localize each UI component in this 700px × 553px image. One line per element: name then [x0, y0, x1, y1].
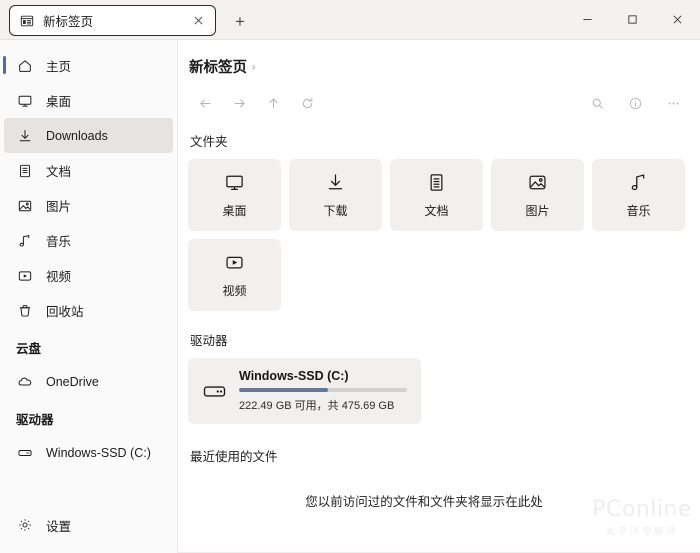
search-icon[interactable] — [580, 88, 614, 118]
back-button[interactable] — [188, 88, 222, 118]
sidebar-item-label: OneDrive — [46, 374, 99, 389]
sidebar-item-label: 视频 — [46, 270, 72, 284]
sidebar-item-label: 设置 — [46, 519, 72, 534]
sidebar-item-label: Windows-SSD (C:) — [46, 445, 151, 460]
sidebar-item-downloads[interactable]: Downloads — [4, 118, 173, 153]
drive-usage-text: 222.49 GB 可用，共 475.69 GB — [239, 400, 395, 412]
sidebar: 主页 桌面 Downloads 文档 图片 音乐 视频 回收站 云盘 OneDr… — [0, 40, 178, 553]
info-icon[interactable] — [618, 88, 652, 118]
close-window-button[interactable] — [655, 0, 700, 39]
folder-label: 下载 — [323, 204, 348, 218]
navigation-toolbar — [178, 83, 700, 123]
folder-label: 音乐 — [626, 204, 651, 218]
chevron-right-icon: › — [252, 62, 256, 73]
gear-icon — [16, 517, 33, 534]
folders-section-title: 文件夹 — [190, 135, 228, 149]
drive-name: Windows-SSD (C:) — [239, 369, 349, 383]
breadcrumb-item[interactable]: 新标签页 — [189, 56, 247, 77]
sidebar-item-home[interactable]: 主页 — [3, 48, 173, 83]
maximize-button[interactable] — [610, 0, 655, 39]
picture-icon — [527, 171, 549, 193]
video-icon — [224, 251, 246, 273]
close-icon[interactable] — [189, 12, 207, 30]
forward-button[interactable] — [222, 88, 256, 118]
drive-icon — [16, 444, 33, 461]
music-icon — [628, 171, 650, 193]
cloud-icon — [16, 373, 33, 390]
tab-title: 新标签页 — [43, 15, 94, 29]
sidebar-item-desktop[interactable]: 桌面 — [4, 83, 173, 118]
up-button[interactable] — [256, 88, 290, 118]
monitor-icon — [224, 171, 246, 193]
drive-usage-bar-fill — [239, 388, 329, 392]
sidebar-item-windows-ssd[interactable]: Windows-SSD (C:) — [4, 435, 173, 470]
drive-usage-bar — [239, 388, 407, 392]
sidebar-item-settings[interactable]: 设置 — [4, 507, 173, 543]
sidebar-item-onedrive[interactable]: OneDrive — [4, 364, 173, 399]
recent-files-section-title: 最近使用的文件 — [190, 450, 278, 464]
sidebar-item-label: 主页 — [46, 60, 72, 74]
sidebar-item-recycle-bin[interactable]: 回收站 — [4, 293, 173, 328]
content-scroll-area: 文件夹 桌面 下载 文档 图片 音乐 视频 驱动器 Windows-SSD (C… — [178, 123, 700, 553]
sidebar-item-music[interactable]: 音乐 — [4, 223, 173, 258]
window-controls — [565, 0, 700, 39]
folder-card-downloads[interactable]: 下载 — [289, 159, 382, 231]
more-options-button[interactable] — [656, 88, 690, 118]
content-pane: 新标签页 › 文件夹 桌面 下载 文档 图片 音乐 视频 驱动器 Windows… — [178, 40, 700, 553]
monitor-icon — [16, 92, 33, 109]
recent-files-empty-state: 您以前访问过的文件和文件夹将显示在此处 — [305, 495, 543, 509]
folder-card-music[interactable]: 音乐 — [592, 159, 685, 231]
sidebar-section-drives: 驱动器 — [16, 413, 54, 427]
window-body: 主页 桌面 Downloads 文档 图片 音乐 视频 回收站 云盘 OneDr… — [0, 40, 700, 553]
recycle-bin-icon — [16, 302, 33, 319]
toolbar-right-group — [580, 88, 690, 118]
selection-accent-bar — [3, 56, 6, 74]
folder-label: 图片 — [525, 204, 550, 218]
new-tab-button[interactable]: + — [228, 9, 252, 33]
sidebar-item-videos[interactable]: 视频 — [4, 258, 173, 293]
tab-page-icon — [20, 14, 34, 28]
minimize-button[interactable] — [565, 0, 610, 39]
music-icon — [16, 232, 33, 249]
download-icon — [16, 127, 33, 144]
folder-card-documents[interactable]: 文档 — [390, 159, 483, 231]
drive-info: Windows-SSD (C:) 222.49 GB 可用，共 475.69 G… — [239, 369, 407, 413]
sidebar-item-pictures[interactable]: 图片 — [4, 188, 173, 223]
drive-card-windows-ssd[interactable]: Windows-SSD (C:) 222.49 GB 可用，共 475.69 G… — [188, 358, 421, 424]
folders-grid: 桌面 下载 文档 图片 音乐 视频 — [188, 159, 690, 311]
sidebar-item-documents[interactable]: 文档 — [4, 153, 173, 188]
folder-label: 视频 — [222, 284, 247, 298]
home-icon — [16, 57, 33, 74]
title-bar: 新标签页 + — [0, 0, 700, 40]
drives-section-title: 驱动器 — [190, 334, 228, 348]
refresh-button[interactable] — [290, 88, 324, 118]
folder-card-desktop[interactable]: 桌面 — [188, 159, 281, 231]
folder-card-pictures[interactable]: 图片 — [491, 159, 584, 231]
folder-card-videos[interactable]: 视频 — [188, 239, 281, 311]
folder-label: 文档 — [424, 204, 449, 218]
breadcrumb: 新标签页 › — [178, 40, 700, 77]
sidebar-item-label: 音乐 — [46, 235, 72, 249]
folder-label: 桌面 — [222, 204, 247, 218]
picture-icon — [16, 197, 33, 214]
video-icon — [16, 267, 33, 284]
sidebar-item-label: 回收站 — [46, 305, 84, 319]
sidebar-item-label: 桌面 — [46, 95, 72, 109]
file-explorer-window: 新标签页 + 主页 桌面 Downloads 文档 图片 音乐 视频 回收站 云… — [0, 0, 700, 553]
drive-icon — [201, 378, 227, 404]
sidebar-item-label: 图片 — [46, 200, 72, 214]
document-icon — [16, 162, 33, 179]
document-icon — [426, 171, 448, 193]
sidebar-item-label: 文档 — [46, 165, 72, 179]
sidebar-item-label: Downloads — [46, 128, 108, 143]
sidebar-section-cloud: 云盘 — [16, 342, 42, 356]
download-icon — [325, 171, 347, 193]
browser-tab[interactable]: 新标签页 — [9, 5, 216, 36]
